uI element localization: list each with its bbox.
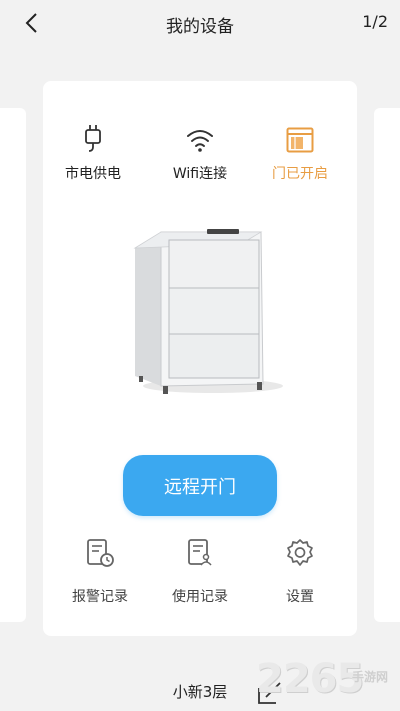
remote-open-door-button[interactable]: 远程开门 — [123, 455, 277, 516]
door-open-icon — [286, 127, 314, 153]
wifi-icon — [187, 130, 213, 152]
door-status-label: 门已开启 — [272, 166, 328, 182]
plug-icon — [85, 125, 101, 152]
power-status: 市电供电 — [43, 123, 143, 183]
usage-record-button[interactable]: 使用记录 — [150, 536, 250, 606]
device-card: 市电供电 Wifi连接 门已开启 远程开门 报警记录 使用记录 设置 — [43, 81, 357, 636]
power-status-label: 市电供电 — [65, 166, 121, 182]
wifi-status: Wifi连接 — [150, 123, 250, 183]
wifi-status-label: Wifi连接 — [172, 166, 228, 182]
settings-button[interactable]: 设置 — [250, 536, 350, 606]
prev-device-card[interactable] — [0, 108, 26, 622]
cabinet-image — [133, 229, 283, 394]
alarm-record-icon — [87, 539, 114, 567]
page-title: 我的设备 — [166, 17, 234, 37]
watermark-sub: 手游网 — [352, 670, 389, 684]
watermark-logo: 2265 手游网 — [256, 656, 398, 706]
next-device-card[interactable] — [374, 108, 400, 622]
alarm-record-label: 报警记录 — [72, 589, 128, 605]
page-indicator: 1/2 — [362, 12, 388, 31]
settings-label: 设置 — [286, 589, 314, 605]
usage-record-label: 使用记录 — [172, 589, 228, 605]
door-status: 门已开启 — [250, 123, 350, 183]
header: 我的设备 1/2 — [0, 0, 400, 46]
alarm-record-button[interactable]: 报警记录 — [50, 536, 150, 606]
usage-record-icon — [188, 539, 212, 566]
watermark-brand: 2265 — [256, 656, 364, 702]
gear-icon — [287, 539, 313, 566]
